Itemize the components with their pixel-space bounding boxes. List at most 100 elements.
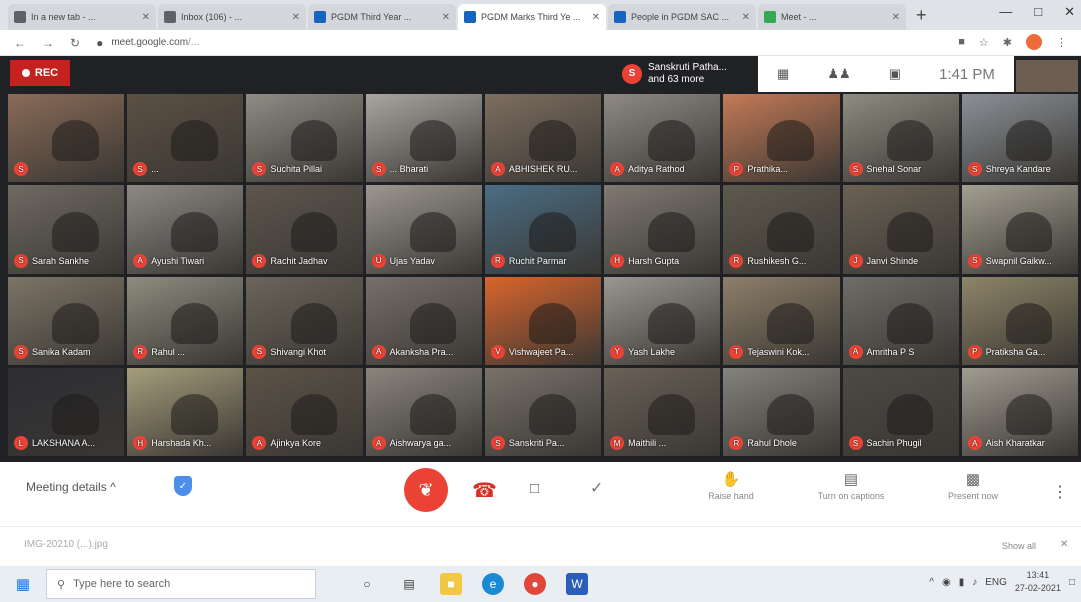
- menu-dots-icon[interactable]: ⋮: [1056, 36, 1067, 49]
- participant-tile[interactable]: P Pratiksha Ga...: [961, 276, 1078, 365]
- participant-tile[interactable]: S Sanskriti Pa...: [484, 367, 602, 456]
- close-tab-icon[interactable]: ✕: [442, 12, 450, 23]
- participant-tile[interactable]: V Vishwajeet Pa...: [484, 276, 602, 365]
- file-explorer-icon[interactable]: ■: [440, 573, 462, 595]
- mic-muted-icon: S: [14, 253, 28, 268]
- profile-avatar[interactable]: [1026, 34, 1042, 50]
- close-tab-icon[interactable]: ✕: [742, 12, 750, 23]
- participant-video: [409, 211, 457, 253]
- task-view-icon[interactable]: ▤: [398, 573, 420, 595]
- participant-tile[interactable]: R Rahul Dhole: [723, 367, 840, 456]
- edge-icon[interactable]: e: [482, 573, 504, 595]
- back-icon[interactable]: ←: [14, 36, 26, 50]
- reload-icon[interactable]: ↻: [70, 36, 80, 50]
- participant-tile[interactable]: S Shivangi Khot: [246, 276, 363, 365]
- forward-icon[interactable]: →: [42, 36, 54, 50]
- participant-video: [529, 302, 576, 344]
- browser-tab[interactable]: Inbox (106) - ... ✕: [158, 4, 306, 30]
- network-icon[interactable]: ◉: [942, 577, 951, 588]
- participant-tile[interactable]: A Akanksha Pra...: [365, 276, 482, 365]
- participant-tile[interactable]: A Ajinkya Kore: [246, 367, 363, 456]
- self-view[interactable]: [1016, 60, 1078, 92]
- taskbar-clock[interactable]: 13:41 27-02-2021: [1015, 569, 1061, 595]
- camera-icon[interactable]: ■: [958, 36, 965, 48]
- participant-tile[interactable]: S... Bharati: [365, 94, 482, 183]
- notification-icon[interactable]: □: [1069, 577, 1075, 588]
- more-options-icon[interactable]: ⋮: [1052, 482, 1068, 502]
- participant-tile[interactable]: S Sachin Phugil: [842, 367, 959, 456]
- people-icon[interactable]: ♟♟: [827, 66, 850, 82]
- close-icon[interactable]: ✕: [1064, 4, 1075, 20]
- browser-tab[interactable]: In a new tab - ... ✕: [8, 4, 156, 30]
- meeting-details-button[interactable]: Meeting details ^: [26, 480, 116, 494]
- participant-tile[interactable]: S Sarah Sankhe: [8, 185, 125, 274]
- participant-tile[interactable]: S Shreya Kandare: [961, 94, 1078, 183]
- url-field[interactable]: meet.google.com/...: [111, 37, 199, 48]
- close-tab-icon[interactable]: ✕: [142, 12, 150, 23]
- close-icon[interactable]: ✕: [1060, 539, 1068, 550]
- participant-tile[interactable]: R Ruchit Parmar: [484, 185, 602, 274]
- participant-tile[interactable]: H Harsh Gupta: [604, 185, 721, 274]
- show-all-button[interactable]: Show all: [1002, 541, 1036, 551]
- close-tab-icon[interactable]: ✕: [292, 12, 300, 23]
- participant-tile[interactable]: A Aish Kharatkar: [961, 367, 1078, 456]
- presenter-name: Sanskruti Patha...: [648, 62, 727, 73]
- participant-tile[interactable]: S...: [127, 94, 244, 183]
- raise-hand-button[interactable]: ✋ Raise hand: [686, 470, 776, 501]
- participant-tile[interactable]: S Suchita Pillai: [246, 94, 363, 183]
- participant-tile[interactable]: T Tejaswini Kok...: [723, 276, 840, 365]
- layout-icon[interactable]: ▦: [777, 66, 789, 82]
- participant-tile[interactable]: L LAKSHANA A...: [8, 367, 125, 456]
- participant-tile[interactable]: R Rachit Jadhav: [246, 185, 363, 274]
- volume-icon[interactable]: ♪: [972, 577, 977, 588]
- participant-tile[interactable]: R Rushikesh G...: [723, 185, 840, 274]
- camera-button[interactable]: □: [530, 480, 539, 497]
- minimize-icon[interactable]: —: [999, 4, 1012, 20]
- participant-tile[interactable]: A ABHISHEK RU...: [484, 94, 602, 183]
- tab-title: People in PGDM SAC ...: [631, 12, 730, 22]
- star-icon[interactable]: ☆: [979, 36, 989, 49]
- participant-tile[interactable]: H Harshada Kh...: [127, 367, 244, 456]
- participant-tile[interactable]: M Maithili ...: [604, 367, 721, 456]
- participant-tile[interactable]: S Snehal Sonar: [842, 94, 959, 183]
- mic-mute-button[interactable]: ❦: [404, 468, 448, 512]
- participant-tile[interactable]: Y Yash Lakhe: [604, 276, 721, 365]
- windows-start-icon[interactable]: ▦: [0, 566, 46, 602]
- close-tab-icon[interactable]: ✕: [592, 12, 600, 23]
- taskbar-apps: ○ ▤ ■ e ● W: [356, 573, 588, 595]
- participant-tile[interactable]: U Ujas Yadav: [365, 185, 482, 274]
- participant-tile[interactable]: J Janvi Shinde: [842, 185, 959, 274]
- taskbar-search[interactable]: ⚲ Type here to search: [46, 569, 316, 599]
- browser-tab[interactable]: Meet - ... ✕: [758, 4, 906, 30]
- chrome-icon[interactable]: ●: [524, 573, 546, 595]
- puzzle-icon[interactable]: ✱: [1003, 36, 1012, 49]
- participant-tile[interactable]: S: [8, 94, 125, 183]
- present-now-button[interactable]: ▩ Present now: [928, 470, 1018, 501]
- cortana-icon[interactable]: ○: [356, 573, 378, 595]
- participant-tile[interactable]: A Aditya Rathod: [604, 94, 721, 183]
- new-tab-button[interactable]: +: [916, 5, 927, 26]
- participant-tile[interactable]: S Sanika Kadam: [8, 276, 125, 365]
- shield-icon[interactable]: ✓: [174, 476, 192, 496]
- participant-tile[interactable]: S Swapnil Gaikw...: [961, 185, 1078, 274]
- participant-tile[interactable]: A Ayushi Tiwari: [127, 185, 244, 274]
- participant-tile[interactable]: A Aishwarya ga...: [365, 367, 482, 456]
- participant-tile[interactable]: R Rahul ...: [127, 276, 244, 365]
- browser-tab[interactable]: PGDM Third Year ... ✕: [308, 4, 456, 30]
- word-icon[interactable]: W: [566, 573, 588, 595]
- maximize-icon[interactable]: □: [1034, 4, 1042, 20]
- language-indicator[interactable]: ENG: [985, 577, 1007, 588]
- participant-video: [52, 302, 99, 344]
- chat-icon[interactable]: ▣: [889, 66, 901, 82]
- close-tab-icon[interactable]: ✕: [892, 12, 900, 23]
- download-item[interactable]: IMG-20210 (...).jpg: [24, 539, 108, 550]
- battery-icon[interactable]: ▮: [959, 577, 965, 588]
- captions-button[interactable]: ▤ Turn on captions: [806, 470, 896, 501]
- browser-tab[interactable]: People in PGDM SAC ... ✕: [608, 4, 756, 30]
- check-icon[interactable]: ✓: [590, 478, 603, 498]
- participant-tile[interactable]: P Prathika...: [723, 94, 840, 183]
- browser-tab[interactable]: PGDM Marks Third Ye ... ✕: [458, 4, 606, 30]
- participant-tile[interactable]: A Amritha P S: [842, 276, 959, 365]
- hang-up-button[interactable]: ☎: [472, 478, 497, 503]
- chevron-up-icon[interactable]: ^: [929, 577, 934, 588]
